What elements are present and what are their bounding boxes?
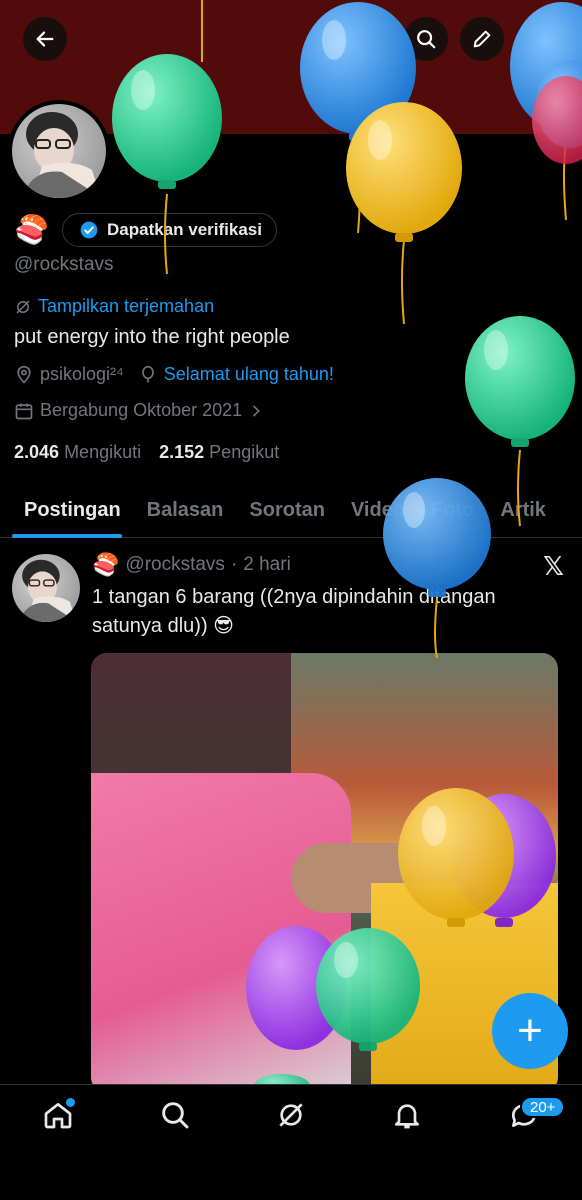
followers-count: 2.152 bbox=[159, 442, 205, 462]
tab-video[interactable]: Video bbox=[338, 484, 418, 538]
post-image[interactable] bbox=[91, 653, 558, 1093]
following-count: 2.046 bbox=[14, 442, 60, 462]
messages-badge: 20+ bbox=[520, 1096, 566, 1118]
grok-translate-icon bbox=[16, 299, 30, 314]
tab-highlights[interactable]: Sorotan bbox=[236, 484, 338, 538]
post-text: 1 tangan 6 barang ((2nya dipindahin dita… bbox=[92, 586, 496, 637]
joined-date: Bergabung Oktober 2021 bbox=[40, 400, 243, 420]
tab-photos[interactable]: Foto bbox=[418, 484, 487, 538]
tab-replies[interactable]: Balasan bbox=[134, 484, 237, 538]
grok-button[interactable] bbox=[346, 17, 390, 61]
share-icon bbox=[530, 30, 546, 48]
balloon-icon bbox=[141, 365, 154, 382]
post-author-avatar[interactable] bbox=[12, 554, 80, 622]
post-author-handle[interactable]: @rockstavs bbox=[125, 554, 225, 576]
compose-post-button[interactable]: + bbox=[492, 993, 568, 1069]
bell-icon bbox=[395, 1104, 420, 1129]
x-logo-icon: 𝕏 bbox=[543, 551, 564, 581]
show-translation-link[interactable]: Tampilkan terjemahan bbox=[14, 296, 214, 317]
show-translation-label: Tampilkan terjemahan bbox=[38, 296, 215, 316]
chevron-right-icon[interactable] bbox=[248, 403, 264, 419]
post-header: 🍣 @rockstavs · 2 hari bbox=[92, 552, 291, 578]
birthday-greeting[interactable]: Selamat ulang tahun! bbox=[164, 364, 334, 385]
profile-bio: put energy into the right people bbox=[14, 326, 290, 348]
nav-grok[interactable] bbox=[261, 1099, 321, 1159]
following-label: Mengikuti bbox=[64, 442, 142, 462]
back-button[interactable] bbox=[23, 17, 67, 61]
home-unread-dot bbox=[66, 1098, 75, 1107]
get-verified-button[interactable]: Dapatkan verifikasi bbox=[62, 213, 277, 247]
post-timestamp[interactable]: 2 hari bbox=[243, 554, 291, 576]
follow-stats: 2.046 Mengikuti 2.152 Pengikut bbox=[14, 442, 279, 463]
bottom-navigation bbox=[0, 1084, 582, 1200]
profile-handle: @rockstavs bbox=[14, 254, 114, 275]
image-pink-package bbox=[91, 773, 351, 1093]
profile-location: psikologi²⁴ bbox=[40, 364, 124, 384]
tab-articles[interactable]: Artik bbox=[487, 484, 559, 538]
following-link[interactable]: 2.046 Mengikuti bbox=[14, 442, 141, 463]
followers-label: Pengikut bbox=[209, 442, 280, 462]
profile-joined: Bergabung Oktober 2021 bbox=[14, 400, 264, 421]
location-pin-icon bbox=[17, 365, 31, 384]
nav-notifications[interactable] bbox=[377, 1099, 437, 1159]
calendar-icon bbox=[15, 403, 33, 419]
back-arrow-icon bbox=[36, 31, 54, 47]
get-verified-label: Dapatkan verifikasi bbox=[107, 220, 262, 239]
edit-button[interactable] bbox=[460, 17, 504, 61]
search-button[interactable] bbox=[404, 17, 448, 61]
profile-emoji: 🍣 bbox=[14, 214, 49, 245]
followers-link[interactable]: 2.152 Pengikut bbox=[159, 442, 279, 463]
plus-icon: + bbox=[517, 1006, 543, 1055]
search-icon bbox=[417, 30, 436, 49]
verified-badge-icon bbox=[80, 221, 98, 239]
grok-icon bbox=[279, 1103, 303, 1127]
profile-tabs: Postingan Balasan Sorotan Video Foto Art… bbox=[0, 484, 582, 538]
search-icon bbox=[161, 1102, 189, 1129]
post-separator: · bbox=[230, 554, 238, 575]
profile-avatar[interactable] bbox=[8, 100, 110, 202]
profile-meta-row: psikologi²⁴ Selamat ulang tahun! bbox=[14, 364, 334, 385]
tab-posts[interactable]: Postingan bbox=[0, 484, 134, 538]
post-author-emoji: 🍣 bbox=[92, 552, 120, 577]
balloon-green-2 bbox=[465, 316, 575, 447]
grok-icon bbox=[360, 31, 376, 47]
pencil-icon bbox=[473, 30, 491, 48]
share-button[interactable] bbox=[516, 17, 560, 61]
nav-explore[interactable] bbox=[145, 1099, 205, 1159]
nav-home[interactable] bbox=[28, 1099, 88, 1159]
